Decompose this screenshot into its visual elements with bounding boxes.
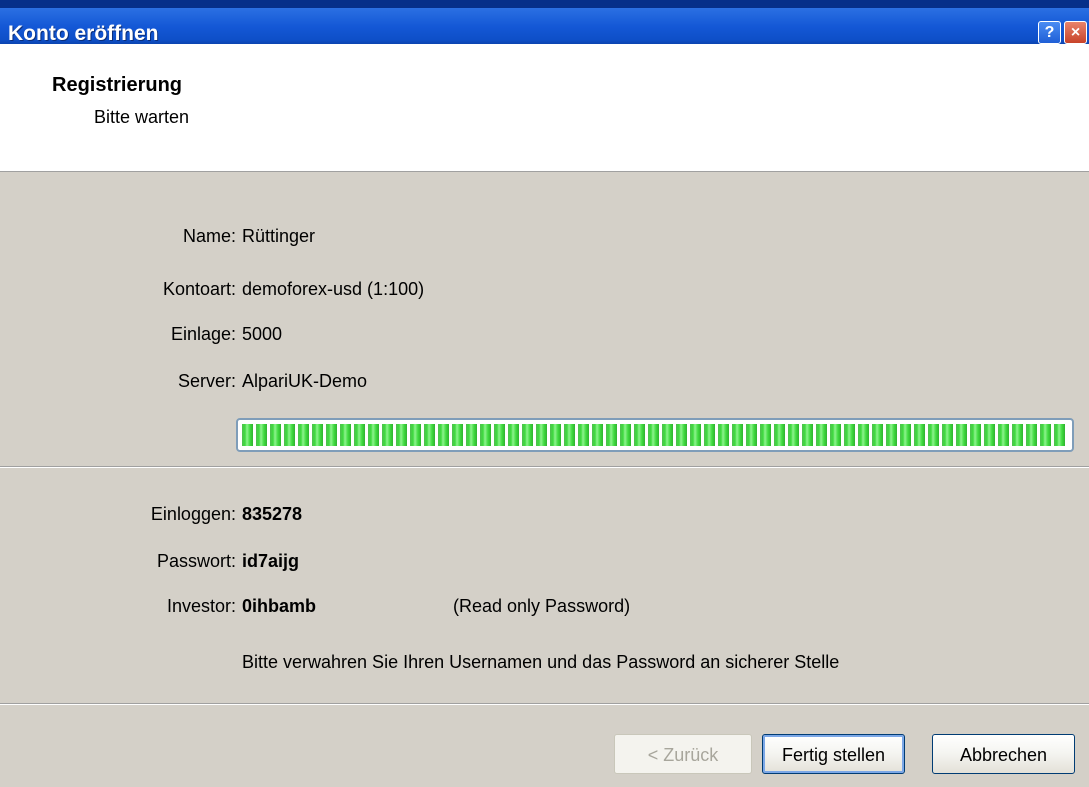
safekeeping-note: Bitte verwahren Sie Ihren Usernamen und … [242,652,840,672]
progress-track [242,424,1068,446]
window-title: Konto eröffnen [8,22,159,45]
name-label: Name: [182,226,236,246]
login-label: Einloggen: [150,504,236,524]
account-open-dialog: Konto eröffnen ? × Registrierung Bitte w… [0,0,1089,787]
finish-button[interactable]: Fertig stellen [762,734,905,774]
investor-hint: (Read only Password) [453,596,631,616]
login-value: 835278 [242,504,303,524]
investor-label: Investor: [166,596,236,616]
title-bar[interactable]: Konto eröffnen ? × [0,0,1089,45]
server-label: Server: [177,371,236,391]
step-subtitle: Bitte warten [94,107,190,127]
step-title: Registrierung [52,74,183,96]
back-button[interactable]: < Zurück [614,734,752,774]
title-bar-top-strip [0,0,1089,8]
investor-password-value: 0ihbamb [242,596,317,616]
registration-progress-bar [236,418,1074,452]
account-type-value: demoforex-usd (1:100) [242,279,425,299]
divider-bottom [0,703,1089,705]
progress-fill [242,424,1068,446]
deposit-label: Einlage: [170,324,236,344]
wizard-header: Registrierung Bitte warten [0,44,1089,172]
cancel-button[interactable]: Abbrechen [932,734,1075,774]
divider [0,466,1089,468]
server-value: AlpariUK-Demo [242,371,368,391]
deposit-value: 5000 [242,324,283,344]
password-value: id7aijg [242,551,300,571]
close-icon[interactable]: × [1064,21,1087,44]
account-type-label: Kontoart: [162,279,236,299]
name-value: Rüttinger [242,226,316,246]
help-icon[interactable]: ? [1038,21,1061,44]
password-label: Passwort: [156,551,236,571]
